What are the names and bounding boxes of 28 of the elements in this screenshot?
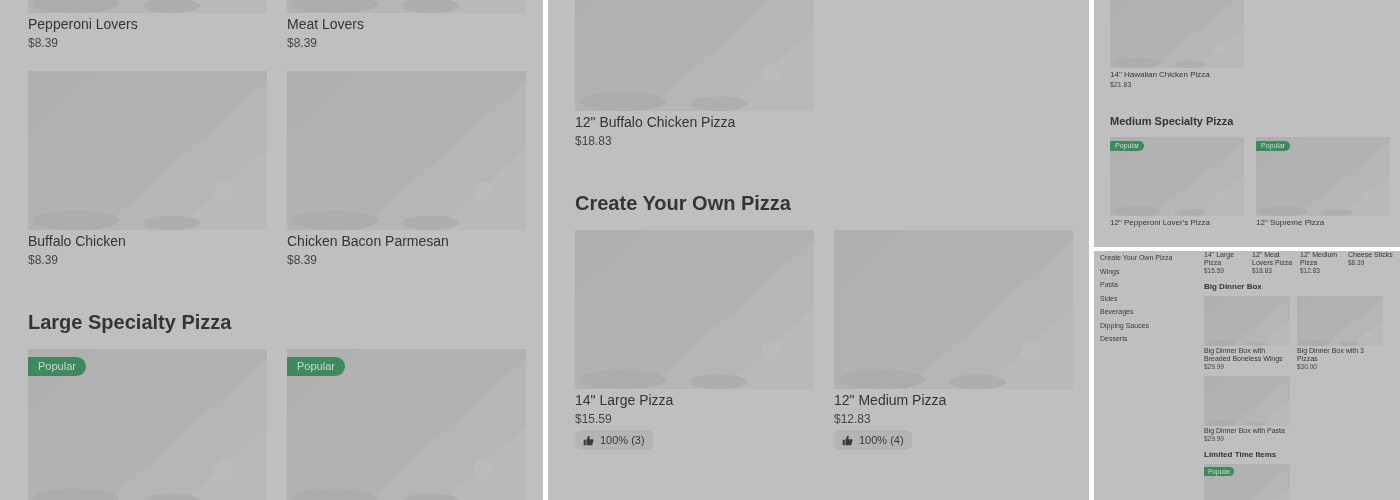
item-name[interactable]: 14" Large Pizza xyxy=(575,390,674,410)
item-name[interactable]: 14" Hawaiian Chicken Pizza xyxy=(1110,69,1210,80)
item-name[interactable]: Buffalo Chicken xyxy=(28,231,126,251)
item-name[interactable]: 12" Pepperoni Lover's Pizza xyxy=(1110,217,1210,228)
item-price: $8.39 xyxy=(287,35,318,52)
section-heading: Medium Specialty Pizza xyxy=(1110,114,1235,129)
item-name[interactable]: 12" Medium Pizza xyxy=(834,390,947,410)
rating-text: 100% (4) xyxy=(859,432,904,448)
item-price: $12.83 xyxy=(834,411,871,428)
section-heading: Big Dinner Box xyxy=(1204,282,1263,292)
item-price: $8.39 xyxy=(28,252,59,269)
item-price: $8.39 xyxy=(28,35,59,52)
section-heading: Limited Time Items xyxy=(1204,450,1278,460)
item-name[interactable]: 12" Supreme Pizza xyxy=(1256,217,1325,228)
thumbs-up-icon xyxy=(842,434,853,446)
popular-badge: Popular xyxy=(287,357,345,376)
item-name[interactable]: Chicken Bacon Parmesan xyxy=(287,231,449,251)
item-price: $8.39 xyxy=(287,252,318,269)
item-price: $15.59 xyxy=(575,411,612,428)
item-price: $18.83 xyxy=(575,133,612,150)
section-heading: Large Specialty Pizza xyxy=(28,310,233,335)
item-name[interactable]: Meat Lovers xyxy=(287,14,365,34)
item-name[interactable]: 12" Buffalo Chicken Pizza xyxy=(575,112,736,132)
thumbs-up-icon xyxy=(583,434,594,446)
section-heading: Create Your Own Pizza xyxy=(575,191,792,216)
item-name[interactable]: Pepperoni Lovers xyxy=(28,14,138,34)
popular-badge: Popular xyxy=(28,357,86,376)
rating-text: 100% (3) xyxy=(600,432,645,448)
